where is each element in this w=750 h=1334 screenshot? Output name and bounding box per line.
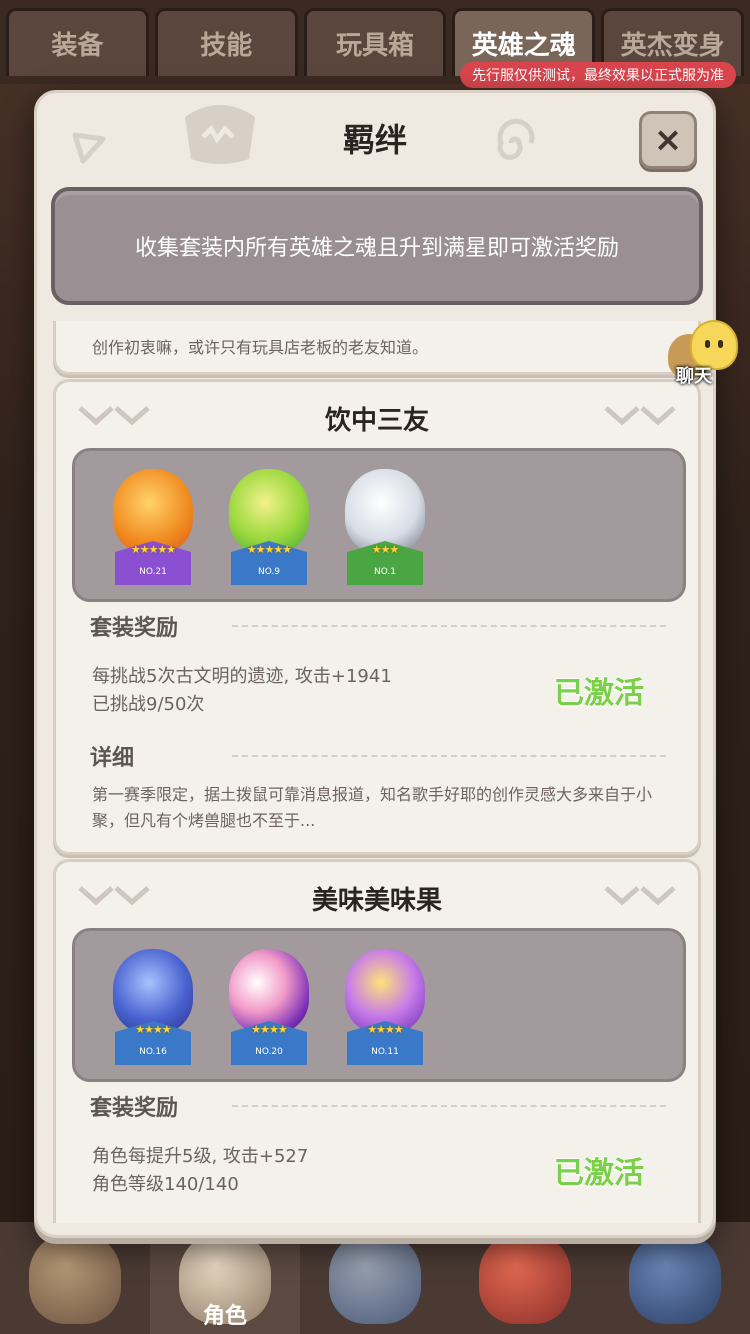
bond-modal: 羁绊 × 收集套装内所有英雄之魂且升到满星即可激活奖励 创作初衷嘛，或许只有玩具… [34, 90, 716, 1238]
set-card: 美味美味果 ★★★★ NO.16 ★★★★ NO.20 ★★★★ NO.11 套… [53, 859, 701, 1223]
nav-item-5[interactable] [600, 1222, 750, 1334]
modal-header: 羁绊 × [37, 93, 713, 185]
bond-notice: 收集套装内所有英雄之魂且升到满星即可激活奖励 [51, 187, 703, 305]
reward-heading: 套装奖励 [90, 616, 179, 641]
hero-stars: ★★★ [371, 543, 400, 556]
nav-weapon-icon [329, 1232, 421, 1324]
tab-equipment[interactable]: 装备 [6, 8, 149, 76]
hero-dino-green-icon [229, 469, 309, 553]
reward-progress: 已挑战9/50次 [92, 694, 205, 715]
hero-number: NO.1 [373, 567, 397, 577]
hero-stars: ★★★★★ [246, 543, 292, 556]
activated-status: 已激活 [554, 676, 644, 711]
bottom-nav: 角色 [0, 1222, 750, 1334]
nav-item-3[interactable] [300, 1222, 450, 1334]
nav-item-1[interactable] [0, 1222, 150, 1334]
hero-purple-cube-icon [345, 949, 425, 1033]
hero-soul[interactable]: ★★★★★ NO.9 [221, 463, 317, 591]
previous-detail-text: 创作初衷嘛，或许只有玩具店老板的老友知道。 [92, 338, 429, 357]
hero-stars: ★★★★ [135, 1023, 171, 1036]
hero-husky-icon [345, 469, 425, 553]
divider [232, 625, 666, 627]
hero-number: NO.16 [139, 1047, 167, 1057]
hero-number: NO.20 [255, 1047, 283, 1057]
bond-set-list[interactable]: 创作初衷嘛，或许只有玩具店老板的老友知道。 饮中三友 ★★★★★ NO.21 ★… [51, 321, 703, 1223]
set-name: 美味美味果 [311, 886, 442, 916]
nav-item-4[interactable] [450, 1222, 600, 1334]
nav-banner-icon [629, 1232, 721, 1324]
divider [232, 1105, 666, 1107]
modal-title: 羁绊 [342, 121, 407, 159]
chat-label: 聊天 [676, 366, 712, 387]
detail-text: 第一赛季限定，据土拨鼠可靠消息报道，知名歌手好耶的创作灵感大多来自于小聚，但凡有… [92, 785, 653, 830]
nav-pet-icon [479, 1232, 571, 1324]
tab-toybox[interactable]: 玩具箱 [303, 8, 447, 76]
hero-fox-fire-icon [113, 469, 193, 553]
hero-stars: ★★★★ [251, 1023, 287, 1036]
nav-character-label: 角色 [202, 1304, 247, 1329]
hero-soul[interactable]: ★★★★ NO.11 [337, 943, 433, 1071]
set-card-previous: 创作初衷嘛，或许只有玩具店老板的老友知道。 [53, 321, 701, 375]
reward-heading: 套装奖励 [90, 1096, 179, 1121]
hero-soul[interactable]: ★★★★ NO.16 [105, 943, 201, 1071]
reward-line: 每挑战5次古文明的遗迹, 攻击+1941 [92, 666, 392, 687]
activated-status: 已激活 [554, 1156, 644, 1191]
close-button[interactable]: × [639, 111, 697, 169]
hero-number: NO.21 [139, 567, 167, 577]
hero-soul[interactable]: ★★★★★ NO.21 [105, 463, 201, 591]
hero-stars: ★★★★ [367, 1023, 403, 1036]
hero-number: NO.11 [371, 1047, 399, 1057]
divider [232, 755, 666, 757]
hero-soul-panel: ★★★★★ NO.21 ★★★★★ NO.9 ★★★ NO.1 [72, 448, 686, 602]
hero-soul[interactable]: ★★★ NO.1 [337, 463, 433, 591]
tab-skills[interactable]: 技能 [154, 8, 298, 76]
hero-soul[interactable]: ★★★★ NO.20 [221, 943, 317, 1071]
test-server-note: 先行服仅供测试，最终效果以正式服为准 [460, 62, 736, 88]
hero-blue-hat-icon [113, 949, 193, 1033]
hero-soul-panel: ★★★★ NO.16 ★★★★ NO.20 ★★★★ NO.11 [72, 928, 686, 1082]
reward-progress: 角色等级140/140 [92, 1174, 239, 1195]
hero-angel-demon-icon [229, 949, 309, 1033]
nav-hero-icon [29, 1232, 121, 1324]
hero-stars: ★★★★★ [130, 543, 176, 556]
nav-item-character[interactable]: 角色 [150, 1222, 300, 1334]
reward-line: 角色每提升5级, 攻击+527 [92, 1146, 309, 1167]
chat-button[interactable]: 聊天 [666, 318, 746, 388]
hero-number: NO.9 [257, 567, 281, 577]
detail-heading: 详细 [90, 746, 135, 771]
set-name: 饮中三友 [324, 406, 429, 436]
set-card: 饮中三友 ★★★★★ NO.21 ★★★★★ NO.9 ★★★ NO.1 套装奖… [53, 379, 701, 855]
close-icon: × [653, 120, 683, 160]
